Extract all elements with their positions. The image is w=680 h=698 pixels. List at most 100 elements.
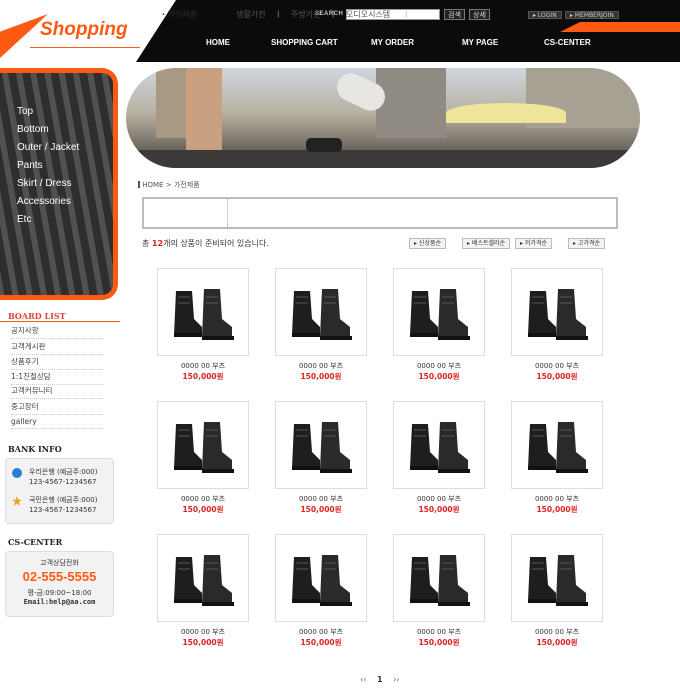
product-name[interactable]: 0000 00 부츠 <box>393 627 485 637</box>
board-item-consult[interactable]: 1:1친절상담 <box>11 371 103 385</box>
login-button[interactable]: ▸ LOGIN <box>528 11 562 19</box>
category-item-skirt-dress[interactable]: Skirt / Dress <box>17 178 71 189</box>
bank-1-number: 123-4567-1234567 <box>29 478 97 486</box>
member-join-button[interactable]: ▸ MEMBERJOIN <box>565 11 619 19</box>
category-item-pants[interactable]: Pants <box>17 160 43 171</box>
category-item-etc[interactable]: Etc <box>17 214 31 225</box>
product-card[interactable]: 0000 00 부츠 150,000원 <box>393 401 485 515</box>
product-image[interactable] <box>275 401 367 489</box>
nav-cs-center[interactable]: CS-CENTER <box>544 38 591 47</box>
product-name[interactable]: 0000 00 부츠 <box>275 361 367 371</box>
next-page-button[interactable]: ›› <box>393 675 399 684</box>
banner-runner-leg <box>186 68 222 158</box>
product-price: 150,000원 <box>182 638 224 647</box>
nav-shopping-cart[interactable]: SHOPPING CART <box>271 38 338 47</box>
product-card[interactable]: 0000 00 부츠 150,000원 <box>511 401 603 515</box>
sort-label: 베스트셀러순 <box>471 240 506 247</box>
product-image[interactable] <box>275 534 367 622</box>
product-price: 150,000원 <box>418 638 460 647</box>
product-name[interactable]: 0000 00 부츠 <box>511 361 603 371</box>
product-card[interactable]: 0000 00 부츠 150,000원 <box>275 534 367 648</box>
pagination: ‹‹ 1 ›› <box>360 675 399 684</box>
product-card[interactable]: 0000 00 부츠 150,000원 <box>511 268 603 382</box>
boot-icon <box>522 416 602 480</box>
nav-my-page[interactable]: MY PAGE <box>462 38 498 47</box>
product-card[interactable]: 0000 00 부츠 150,000원 <box>275 268 367 382</box>
product-price: 150,000원 <box>536 372 578 381</box>
product-card[interactable]: 0000 00 부츠 150,000원 <box>157 268 249 382</box>
sort-newest-button[interactable]: ▸ 신상품순 <box>409 238 447 249</box>
sort-low-price-button[interactable]: ▸ 저가격순 <box>515 238 553 249</box>
boot-icon <box>522 283 602 347</box>
board-item-community[interactable]: 고객커뮤니티 <box>11 385 103 399</box>
product-name[interactable]: 0000 00 부츠 <box>275 494 367 504</box>
product-card[interactable]: 0000 00 부츠 150,000원 <box>393 534 485 648</box>
sort-high-price-button[interactable]: ▸ 고가격순 <box>568 238 606 249</box>
board-list-title: BOARD LIST <box>8 311 66 321</box>
tab-audio[interactable]: 오디오시스템 <box>346 9 390 20</box>
bank-1-name: 우리은행 (예금주:000) <box>29 468 98 476</box>
board-item-used-market[interactable]: 중고장터 <box>11 401 103 415</box>
boot-icon <box>404 283 484 347</box>
product-price: 150,000원 <box>182 505 224 514</box>
board-item-notice[interactable]: 공지사항 <box>11 325 103 339</box>
tab-divider <box>227 199 228 227</box>
category-item-outer-jacket[interactable]: Outer / Jacket <box>17 142 79 153</box>
prev-page-button[interactable]: ‹‹ <box>360 675 366 684</box>
nav-home[interactable]: HOME <box>206 38 230 47</box>
board-item-gallery[interactable]: gallery <box>11 417 103 429</box>
product-name[interactable]: 0000 00 부츠 <box>511 494 603 504</box>
sort-bestseller-button[interactable]: ▸ 베스트셀러순 <box>462 238 511 249</box>
product-name[interactable]: 0000 00 부츠 <box>275 627 367 637</box>
product-card[interactable]: 0000 00 부츠 150,000원 <box>275 401 367 515</box>
product-image[interactable] <box>157 268 249 356</box>
product-image[interactable] <box>511 268 603 356</box>
category-item-accessories[interactable]: Accessories <box>17 196 71 207</box>
tab-separator: | <box>332 10 335 18</box>
product-image[interactable] <box>157 534 249 622</box>
product-name[interactable]: 0000 00 부츠 <box>393 361 485 371</box>
nav-my-order[interactable]: MY ORDER <box>371 38 414 47</box>
category-item-bottom[interactable]: Bottom <box>17 124 49 135</box>
search-button[interactable]: 검색 <box>444 9 465 20</box>
logo-text[interactable]: Shopping <box>40 19 128 41</box>
tab-appliances[interactable]: · 가전제품 <box>162 9 197 20</box>
tab-living[interactable]: 생활가전 <box>236 9 265 20</box>
board-item-reviews[interactable]: 상품후기 <box>11 356 103 370</box>
category-item-top[interactable]: Top <box>17 106 33 117</box>
tab-kitchen[interactable]: 주방가전 <box>291 9 320 20</box>
count-prefix: 총 <box>142 239 150 248</box>
product-name[interactable]: 0000 00 부츠 <box>157 627 249 637</box>
product-name[interactable]: 0000 00 부츠 <box>511 627 603 637</box>
logo[interactable]: Shopping <box>0 0 170 62</box>
product-image[interactable] <box>393 401 485 489</box>
product-name[interactable]: 0000 00 부츠 <box>393 494 485 504</box>
main-banner-image <box>126 68 640 168</box>
cs-phone: 02-555-5555 <box>22 569 97 584</box>
product-price: 150,000원 <box>300 505 342 514</box>
page-number-current[interactable]: 1 <box>377 675 383 684</box>
bank-2-number: 123-4567-1234567 <box>29 506 97 514</box>
product-card[interactable]: 0000 00 부츠 150,000원 <box>157 401 249 515</box>
product-card[interactable]: 0000 00 부츠 150,000원 <box>393 268 485 382</box>
product-card[interactable]: 0000 00 부츠 150,000원 <box>157 534 249 648</box>
boot-icon <box>168 549 248 613</box>
product-image[interactable] <box>393 268 485 356</box>
product-image[interactable] <box>393 534 485 622</box>
product-image[interactable] <box>275 268 367 356</box>
product-price: 150,000원 <box>536 505 578 514</box>
breadcrumb-home[interactable]: HOME <box>142 181 163 189</box>
tab-separator: | <box>405 10 408 18</box>
banner-umbrella <box>446 103 566 123</box>
board-item-customer-board[interactable]: 고객게시판 <box>11 341 103 355</box>
sort-label: 신상품순 <box>418 240 442 247</box>
product-image[interactable] <box>511 401 603 489</box>
product-image[interactable] <box>511 534 603 622</box>
product-image[interactable] <box>157 401 249 489</box>
detail-search-button[interactable]: 상세 <box>469 9 490 20</box>
product-name[interactable]: 0000 00 부츠 <box>157 361 249 371</box>
cs-center-title: CS-CENTER <box>8 537 63 547</box>
product-card[interactable]: 0000 00 부츠 150,000원 <box>511 534 603 648</box>
banner-car <box>306 138 342 152</box>
product-name[interactable]: 0000 00 부츠 <box>157 494 249 504</box>
